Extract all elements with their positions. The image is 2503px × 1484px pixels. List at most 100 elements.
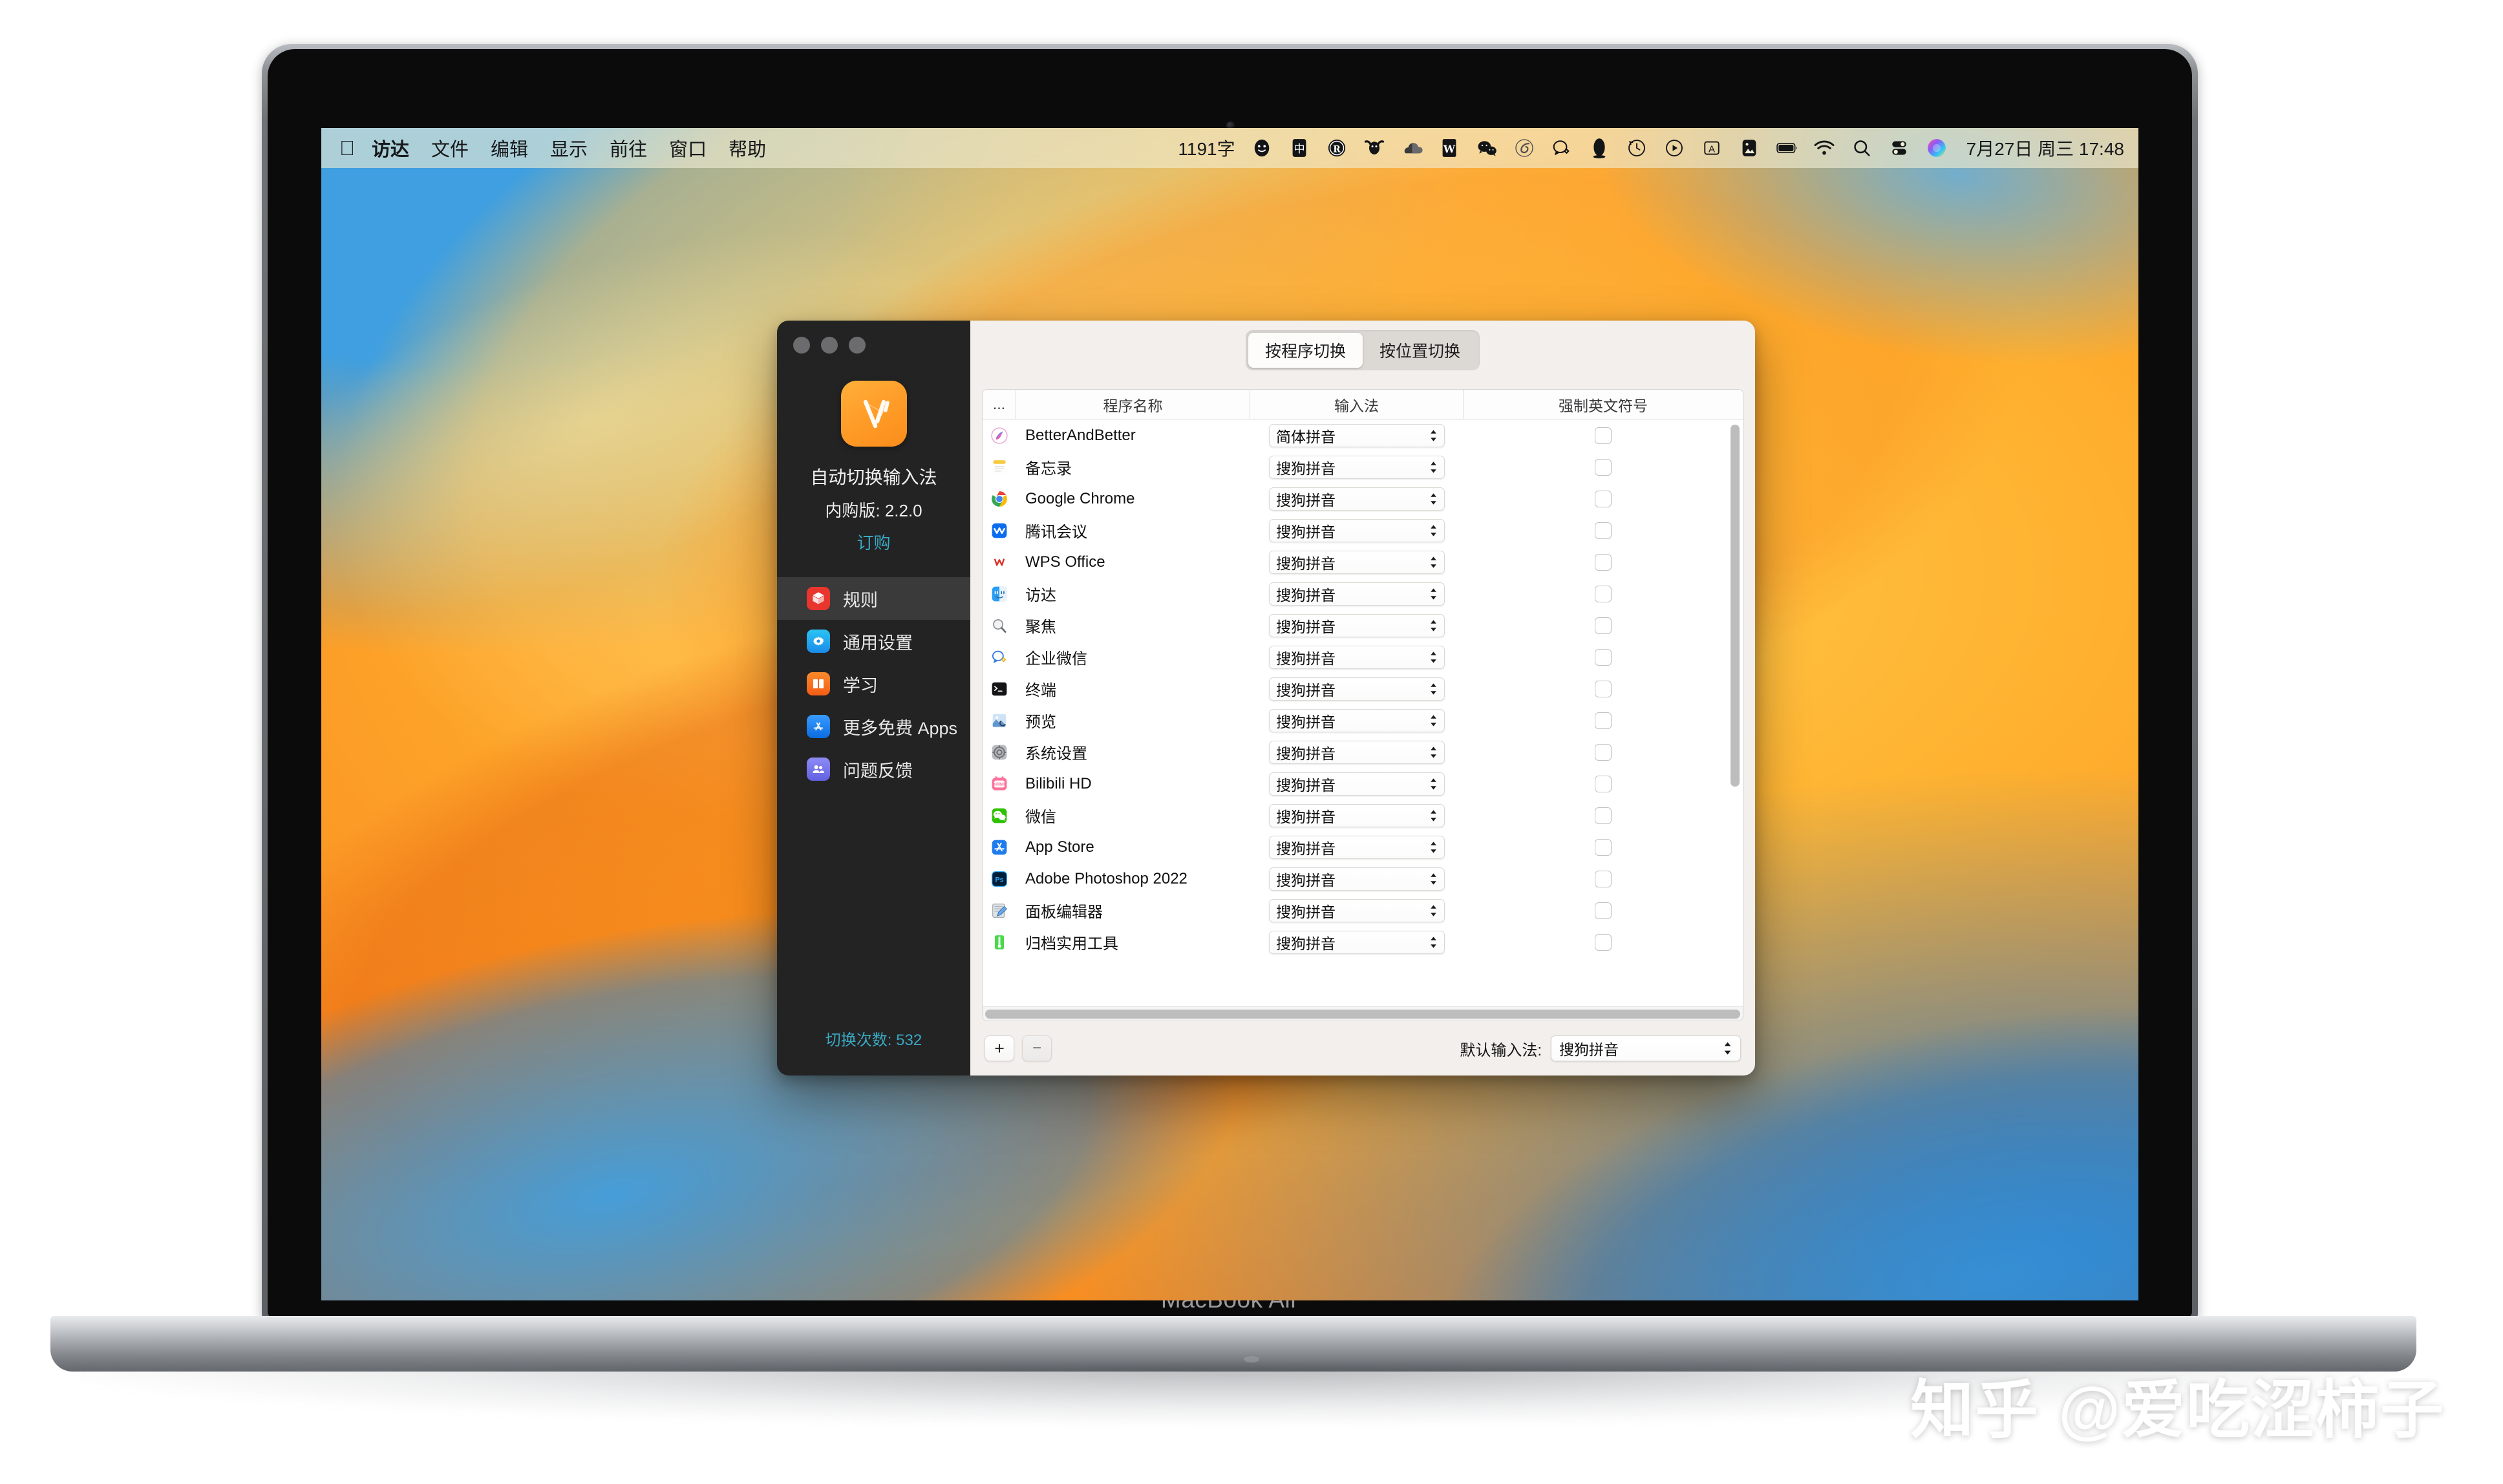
table-row[interactable]: 备忘录搜狗拼音	[983, 451, 1743, 483]
table-row[interactable]: 归档实用工具搜狗拼音	[983, 926, 1743, 958]
input-method-select[interactable]: 搜狗拼音	[1269, 487, 1445, 511]
table-row[interactable]: Google Chrome搜狗拼音	[983, 483, 1743, 514]
add-rule-button[interactable]: +	[985, 1035, 1014, 1061]
table-row[interactable]: WPS Office搜狗拼音	[983, 546, 1743, 578]
table-row[interactable]: App Store搜狗拼音	[983, 831, 1743, 863]
column-header-force-english[interactable]: 强制英文符号	[1464, 390, 1743, 419]
input-method-select[interactable]: 搜狗拼音	[1269, 741, 1445, 764]
tab-switch-by-program[interactable]: 按程序切换	[1248, 333, 1363, 368]
input-method-select[interactable]: 搜狗拼音	[1269, 899, 1445, 922]
force-english-checkbox[interactable]	[1595, 522, 1612, 539]
force-english-checkbox[interactable]	[1595, 871, 1612, 887]
spotlight-search-icon[interactable]	[1851, 138, 1873, 159]
force-english-checkbox[interactable]	[1595, 681, 1612, 697]
force-english-checkbox[interactable]	[1595, 934, 1612, 951]
table-row[interactable]: 系统设置搜狗拼音	[983, 736, 1743, 768]
table-row[interactable]: BetterAndBetter简体拼音	[983, 419, 1743, 451]
table-vertical-scrollbar[interactable]	[1731, 425, 1740, 922]
default-ime-select[interactable]: 搜狗拼音	[1551, 1035, 1741, 1061]
control-center-icon[interactable]	[1889, 138, 1910, 159]
sidebar-item-learning[interactable]: 学习	[777, 662, 970, 705]
input-method-select[interactable]: 搜狗拼音	[1269, 772, 1445, 796]
input-method-select[interactable]: 搜狗拼音	[1269, 614, 1445, 637]
photos-icon[interactable]	[1739, 138, 1760, 159]
sidebar-item-more-free-apps[interactable]: 更多免费 Apps	[777, 705, 970, 748]
table-row[interactable]: 微信搜狗拼音	[983, 800, 1743, 831]
force-english-checkbox[interactable]	[1595, 649, 1612, 666]
table-row[interactable]: PsAdobe Photoshop 2022搜狗拼音	[983, 863, 1743, 895]
force-english-checkbox[interactable]	[1595, 744, 1612, 761]
wps-office-icon[interactable]: W	[1439, 138, 1460, 159]
force-english-checkbox[interactable]	[1595, 554, 1612, 571]
menu-item-edit[interactable]: 编辑	[491, 134, 528, 162]
input-method-select[interactable]: 搜狗拼音	[1269, 931, 1445, 954]
sidebar-item-feedback[interactable]: 问题反馈	[777, 748, 970, 790]
qq-penguin-icon[interactable]	[1589, 138, 1610, 159]
input-method-select[interactable]: 搜狗拼音	[1269, 836, 1445, 859]
input-method-select[interactable]: 搜狗拼音	[1269, 867, 1445, 891]
sidebar-item-general-settings[interactable]: 通用设置	[777, 620, 970, 662]
enterprise-wechat-icon[interactable]	[1551, 138, 1573, 159]
force-english-checkbox[interactable]	[1595, 902, 1612, 919]
text-input-a-icon[interactable]: A	[1701, 138, 1723, 159]
force-english-checkbox[interactable]	[1595, 427, 1612, 444]
tab-switch-by-position[interactable]: 按位置切换	[1363, 333, 1477, 368]
r-badge-icon[interactable]: R	[1326, 138, 1348, 159]
force-english-checkbox[interactable]	[1595, 586, 1612, 602]
table-row[interactable]: 企业微信搜狗拼音	[983, 641, 1743, 673]
wifi-icon[interactable]	[1814, 138, 1835, 159]
table-row[interactable]: 预览搜狗拼音	[983, 705, 1743, 736]
input-method-select[interactable]: 搜狗拼音	[1269, 456, 1445, 479]
cloud-icon[interactable]	[1401, 138, 1423, 159]
table-row[interactable]: 访达搜狗拼音	[983, 578, 1743, 610]
force-english-checkbox[interactable]	[1595, 776, 1612, 792]
menu-item-file[interactable]: 文件	[431, 134, 469, 162]
time-machine-icon[interactable]	[1626, 138, 1648, 159]
table-row[interactable]: 腾讯会议搜狗拼音	[983, 514, 1743, 546]
input-method-select[interactable]: 搜狗拼音	[1269, 646, 1445, 669]
input-method-select[interactable]: 简体拼音	[1269, 424, 1445, 447]
menu-item-go[interactable]: 前往	[610, 134, 647, 162]
table-row[interactable]: bilibiliBilibili HD搜狗拼音	[983, 768, 1743, 800]
force-english-checkbox[interactable]	[1595, 459, 1612, 476]
close-button[interactable]	[793, 337, 810, 354]
force-english-checkbox[interactable]	[1595, 807, 1612, 824]
menu-bar-clock[interactable]: 7月27日 周三 17:48	[1966, 135, 2124, 161]
table-row[interactable]: 面板编辑器搜狗拼音	[983, 895, 1743, 926]
purchase-link[interactable]: 订购	[777, 530, 970, 554]
force-english-checkbox[interactable]	[1595, 617, 1612, 634]
media-play-icon[interactable]	[1664, 138, 1685, 159]
column-header-options[interactable]: ...	[983, 390, 1016, 419]
menu-item-help[interactable]: 帮助	[729, 134, 766, 162]
input-method-select[interactable]: 搜狗拼音	[1269, 804, 1445, 827]
spiral-icon[interactable]	[1514, 138, 1535, 159]
column-header-input-method[interactable]: 输入法	[1250, 390, 1464, 419]
smiley-face-icon[interactable]	[1252, 138, 1273, 159]
word-count-status[interactable]: 1191字	[1178, 135, 1235, 161]
apple-menu-icon[interactable]: 	[339, 138, 355, 158]
wechat-icon[interactable]	[1476, 138, 1498, 159]
chinese-input-icon[interactable]: 中	[1289, 138, 1310, 159]
input-method-select[interactable]: 搜狗拼音	[1269, 582, 1445, 606]
column-header-program-name[interactable]: 程序名称	[1016, 390, 1250, 419]
table-row[interactable]: 终端搜狗拼音	[983, 673, 1743, 705]
force-english-checkbox[interactable]	[1595, 712, 1612, 729]
remove-rule-button[interactable]: −	[1022, 1035, 1052, 1061]
table-horizontal-scrollbar[interactable]	[983, 1006, 1743, 1021]
battery-icon[interactable]	[1776, 138, 1798, 159]
menu-item-window[interactable]: 窗口	[669, 134, 707, 162]
scrollbar-thumb[interactable]	[985, 1010, 1740, 1019]
input-method-select[interactable]: 搜狗拼音	[1269, 709, 1445, 732]
menu-item-finder[interactable]: 访达	[372, 134, 409, 162]
sidebar-item-rules[interactable]: 规则	[777, 577, 970, 620]
scrollbar-thumb[interactable]	[1731, 425, 1740, 787]
force-english-checkbox[interactable]	[1595, 839, 1612, 856]
minimize-button[interactable]	[821, 337, 838, 354]
force-english-checkbox[interactable]	[1595, 491, 1612, 507]
table-row[interactable]: 聚焦搜狗拼音	[983, 610, 1743, 641]
ox-head-icon[interactable]	[1364, 138, 1385, 159]
input-method-select[interactable]: 搜狗拼音	[1269, 519, 1445, 542]
input-method-select[interactable]: 搜狗拼音	[1269, 677, 1445, 701]
siri-icon[interactable]	[1926, 138, 1948, 159]
input-method-select[interactable]: 搜狗拼音	[1269, 551, 1445, 574]
